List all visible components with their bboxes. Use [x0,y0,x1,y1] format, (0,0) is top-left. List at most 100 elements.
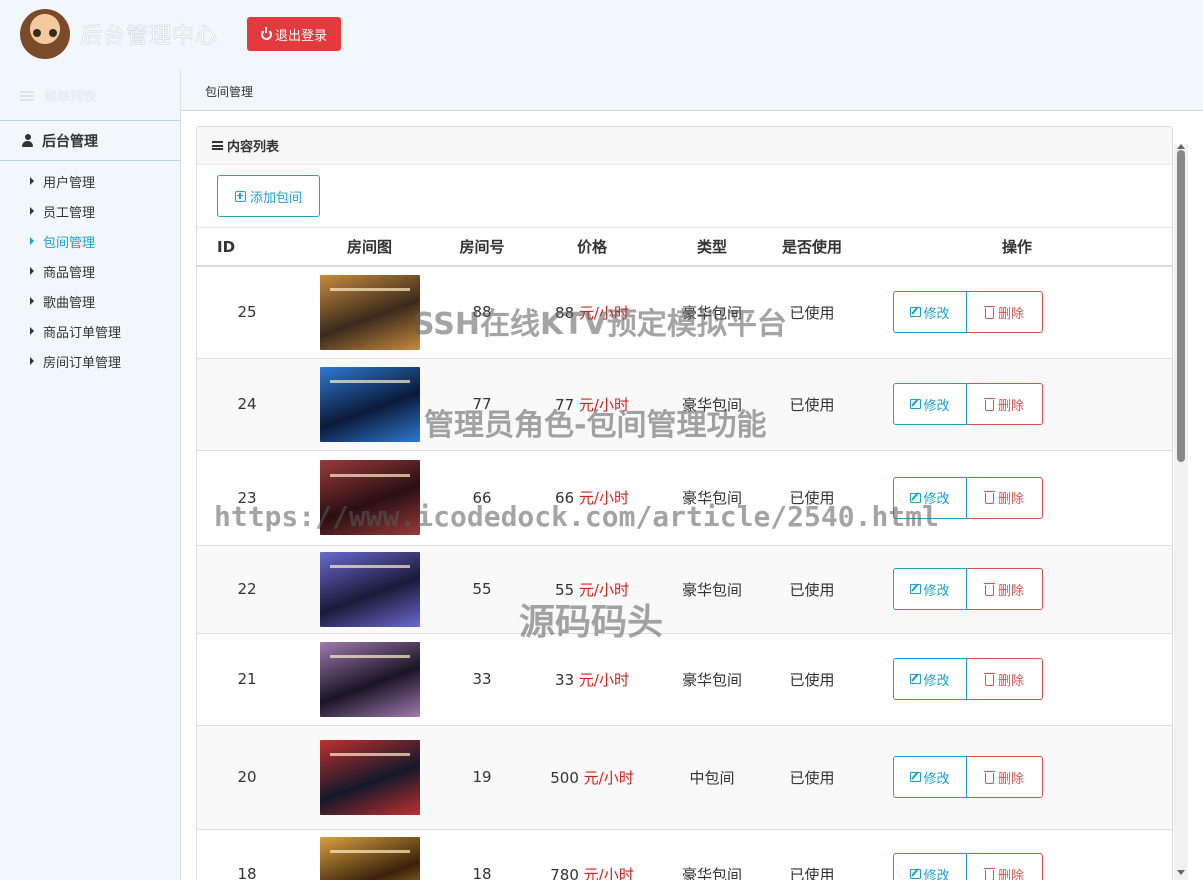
cell-image [297,828,442,880]
cell-id: 18 [197,828,297,880]
room-thumbnail [319,641,420,717]
delete-button[interactable]: 删除 [967,853,1043,880]
sidebar-section-admin[interactable]: 后台管理 [0,120,180,161]
edit-button[interactable]: 修改 [893,853,967,880]
col-header-used: 是否使用 [762,228,862,267]
room-thumbnail [319,739,420,815]
scroll-down-arrow-icon[interactable] [1177,870,1185,875]
edit-button[interactable]: 修改 [893,756,967,798]
cell-image [297,449,442,545]
scroll-up-arrow-icon[interactable] [1177,144,1185,149]
edit-icon [910,307,922,318]
cell-image [297,632,442,725]
caret-right-icon [30,237,34,245]
cell-actions: 修改 删除 [862,449,1172,545]
col-header-actions: 操作 [862,228,1172,267]
cell-actions: 修改 删除 [862,544,1172,633]
caret-right-icon [30,267,34,275]
scroll-thumb[interactable] [1177,150,1185,462]
sidebar-item[interactable]: 商品订单管理 [0,316,180,346]
price-unit: 元/小时 [578,580,629,599]
sidebar-item-label: 商品订单管理 [43,325,122,341]
add-room-button[interactable]: 添加包间 [217,175,320,217]
edit-button[interactable]: 修改 [893,291,967,334]
price-unit: 元/小时 [578,670,629,689]
cell-used: 已使用 [762,265,862,358]
delete-button[interactable]: 删除 [967,291,1043,334]
price-value: 66 [555,489,575,507]
edit-button[interactable]: 修改 [893,658,967,700]
cell-price: 88 元/小时 [522,265,662,358]
edit-icon [910,584,922,594]
delete-button[interactable]: 删除 [967,383,1043,425]
menu-title-label: 菜单列表 [44,90,97,105]
delete-label: 删除 [997,771,1024,787]
edit-label: 修改 [923,868,950,880]
sidebar-item-label: 用户管理 [43,175,96,191]
sidebar-item-label: 包间管理 [43,235,96,251]
sidebar-item[interactable]: 用户管理 [0,166,180,196]
table-header-row: ID 房间图 房间号 价格 类型 是否使用 操作 [197,228,1172,267]
cell-used: 已使用 [762,632,862,725]
cell-room-no: 19 [442,724,522,829]
cell-actions: 修改 删除 [862,632,1172,725]
price-value: 55 [555,580,575,599]
cell-type: 豪华包间 [662,632,762,725]
price-value: 500 [550,768,579,787]
sidebar-item-label: 商品管理 [43,265,96,281]
trash-icon [983,305,995,319]
sidebar-item[interactable]: 房间订单管理 [0,346,180,376]
trash-icon [983,770,995,784]
delete-button[interactable]: 删除 [967,658,1043,700]
action-group: 修改 删除 [862,853,1172,880]
col-header-image: 房间图 [297,228,442,267]
caret-right-icon [30,357,34,365]
cell-used: 已使用 [762,724,862,829]
price-unit: 元/小时 [583,865,634,880]
cell-room-no: 88 [442,265,522,358]
edit-button[interactable]: 修改 [893,568,967,610]
cell-actions: 修改 删除 [862,724,1172,829]
logout-button[interactable]: 退出登录 [247,17,341,51]
sidebar-item[interactable]: 商品管理 [0,256,180,286]
cell-room-no: 77 [442,357,522,450]
panel-title: 内容列表 [227,140,280,155]
cell-type: 中包间 [662,724,762,829]
main-content: 内容列表 添加包间 ID 房间图 房间号 价格 类型 是否使用 操作 25 88 8… [181,111,1203,880]
delete-label: 删除 [997,583,1024,599]
caret-right-icon [30,297,34,305]
edit-button[interactable]: 修改 [893,476,967,519]
menu-title: 菜单列表 [20,86,96,105]
sidebar-menu: 用户管理员工管理包间管理商品管理歌曲管理商品订单管理房间订单管理 [0,166,180,376]
breadcrumb: 包间管理 [181,70,1203,111]
cell-price: 500 元/小时 [522,724,662,829]
trash-icon [983,582,995,596]
table-row: 25 88 88 元/小时 豪华包间 已使用 修改 删除 [197,265,1172,358]
user-icon [22,134,33,147]
edit-label: 修改 [923,583,950,599]
sidebar-item[interactable]: 包间管理 [0,226,180,256]
col-header-room-no: 房间号 [442,228,522,267]
table-row: 23 66 66 元/小时 豪华包间 已使用 修改 删除 [197,449,1172,545]
sidebar-item[interactable]: 歌曲管理 [0,286,180,316]
price-value: 77 [555,395,575,414]
sidebar-item[interactable]: 员工管理 [0,196,180,226]
delete-button[interactable]: 删除 [967,568,1043,610]
cell-price: 780 元/小时 [522,828,662,880]
col-header-price: 价格 [522,228,662,267]
caret-right-icon [30,177,34,185]
edit-button[interactable]: 修改 [893,383,967,425]
price-unit: 元/小时 [578,395,629,414]
cell-actions: 修改 删除 [862,828,1172,880]
cell-type: 豪华包间 [662,828,762,880]
cell-type: 豪华包间 [662,449,762,545]
delete-button[interactable]: 删除 [967,476,1043,519]
add-room-label: 添加包间 [249,190,302,206]
vertical-scrollbar[interactable] [1174,144,1188,880]
delete-button[interactable]: 删除 [967,756,1043,798]
edit-icon [910,399,922,409]
room-thumbnail [319,551,420,627]
power-icon [260,26,272,40]
toolbar: 添加包间 [197,165,1172,228]
trash-icon [983,867,995,880]
